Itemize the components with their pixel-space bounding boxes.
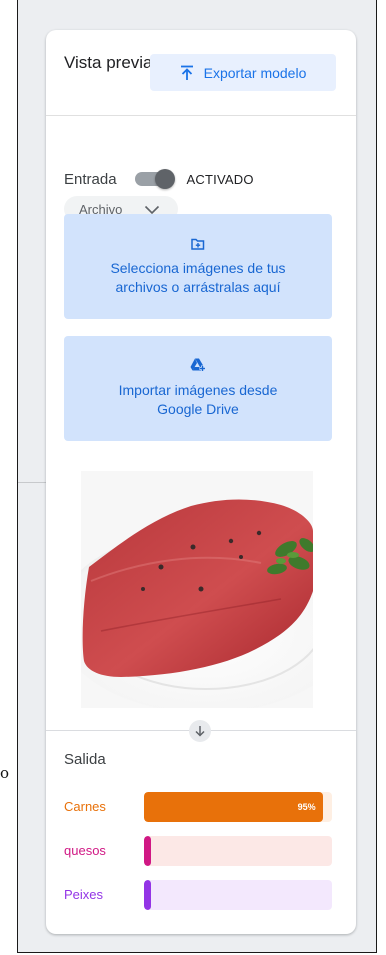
input-preview-image bbox=[81, 471, 313, 708]
class-label-carnes: Carnes bbox=[64, 799, 106, 814]
folder-add-icon bbox=[191, 236, 205, 255]
toggle-state-label: ACTIVADO bbox=[186, 171, 254, 187]
arrow-down-icon bbox=[189, 720, 211, 742]
confidence-fill-quesos bbox=[144, 836, 151, 866]
input-toggle[interactable] bbox=[134, 169, 175, 189]
confidence-bar-quesos bbox=[144, 836, 332, 866]
toggle-knob bbox=[154, 169, 175, 189]
panel-title: Vista previa bbox=[64, 53, 153, 72]
export-model-button[interactable]: Exportar modelo bbox=[150, 54, 336, 91]
class-row-carnes: Carnes 95% bbox=[64, 792, 334, 822]
confidence-bar-peixes bbox=[144, 880, 332, 910]
confidence-fill-peixes bbox=[144, 880, 151, 910]
preview-panel: Vista previa Exportar modelo Entrada ACT… bbox=[46, 30, 356, 934]
export-model-label: Exportar modelo bbox=[203, 64, 307, 81]
google-drive-add-icon bbox=[190, 358, 206, 377]
input-label: Entrada bbox=[64, 170, 117, 188]
output-label: Salida bbox=[64, 751, 106, 768]
class-row-quesos: quesos bbox=[64, 836, 334, 866]
stray-text: o bbox=[0, 764, 10, 782]
upload-icon bbox=[180, 65, 194, 81]
confidence-bar-carnes: 95% bbox=[144, 792, 332, 822]
upload-from-files-label: Selecciona imágenes de tus archivos o ar… bbox=[110, 260, 286, 295]
confidence-fill-carnes: 95% bbox=[144, 792, 323, 822]
import-from-drive-label: Importar imágenes desde Google Drive bbox=[118, 382, 278, 417]
class-label-quesos: quesos bbox=[64, 843, 106, 858]
confidence-value-carnes: 95% bbox=[297, 802, 316, 812]
class-label-peixes: Peixes bbox=[64, 887, 104, 902]
panel-header: Vista previa Exportar modelo bbox=[46, 30, 356, 116]
import-from-drive-button[interactable]: Importar imágenes desde Google Drive bbox=[64, 336, 332, 441]
class-row-peixes: Peixes bbox=[64, 880, 334, 910]
input-row: Entrada ACTIVADO bbox=[64, 168, 254, 190]
connector-line bbox=[18, 482, 46, 483]
upload-from-files-button[interactable]: Selecciona imágenes de tus archivos o ar… bbox=[64, 214, 332, 319]
